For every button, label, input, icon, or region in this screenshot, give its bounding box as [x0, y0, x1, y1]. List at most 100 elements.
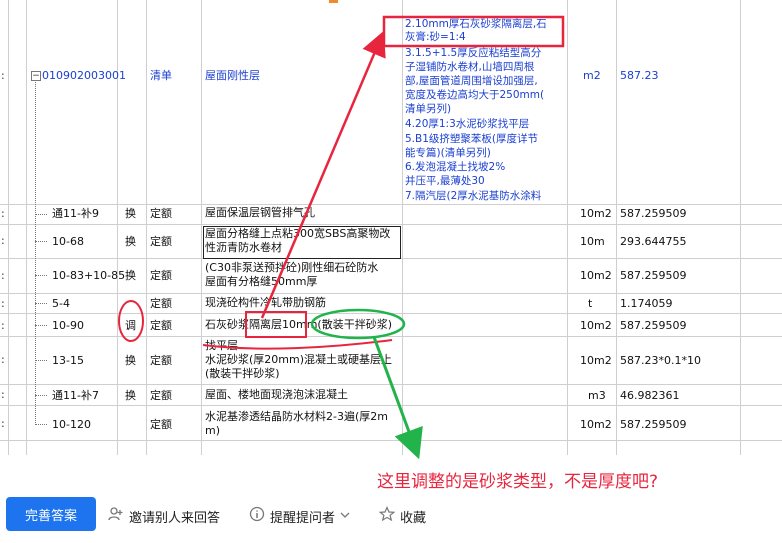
quota-type: 定额 — [150, 418, 172, 431]
quota-name[interactable]: 屋面、楼地面现浇泡沫混凝土 — [205, 388, 348, 402]
quota-unit: 10m2 — [580, 319, 612, 332]
description-line: 7.隔汽层(2厚水泥基防水涂料 — [405, 190, 542, 202]
star-icon — [378, 506, 396, 526]
description-line: 并压平,最薄处30 — [405, 175, 485, 187]
tree-connector — [35, 360, 47, 361]
quota-name[interactable]: (散装干拌砂浆) — [205, 367, 280, 381]
chevron-down-icon — [340, 510, 350, 523]
grid-line — [146, 0, 147, 455]
quota-qty: 587.259509 — [620, 269, 687, 282]
row-marker: : — [1, 388, 5, 401]
quota-flag: 调 — [125, 319, 136, 332]
quota-code[interactable]: 13-15 — [52, 353, 84, 368]
scroll-marker — [329, 0, 338, 3]
description-line: 2.10mm厚石灰砂浆隔离层,石 — [405, 18, 547, 30]
tree-connector — [35, 424, 47, 425]
quota-code[interactable]: 10-83+10-85 — [52, 268, 125, 283]
quota-flag: 换 — [125, 269, 136, 282]
row-marker: : — [1, 417, 5, 430]
quota-qty: 293.644755 — [620, 235, 687, 248]
item-code[interactable]: 010902003001 — [42, 68, 126, 83]
quota-name[interactable]: 水泥砂浆(厚20mm)混凝土或硬基层上 — [205, 353, 392, 367]
quota-code[interactable]: 10-90 — [52, 318, 84, 333]
grid-line — [201, 0, 202, 455]
quota-name[interactable]: (C30非泵送预拌砼)刚性细石砼防水 — [205, 261, 378, 275]
tree-connector — [35, 214, 47, 215]
grid-line — [402, 0, 403, 455]
quota-name[interactable]: 水泥基渗透结晶防水材料2-3遍(厚2m — [205, 410, 388, 424]
quota-name[interactable]: 屋面保温层钢管排气孔 — [205, 206, 315, 220]
quota-name[interactable]: 找平层 — [205, 339, 238, 353]
selected-cell-outline — [203, 226, 401, 259]
description-line: 3.1.5+1.5厚反应粘结型高分 — [405, 47, 542, 59]
grid-line — [0, 384, 782, 385]
quota-name[interactable]: 石灰砂浆隔离层10mm(散装干拌砂浆) — [205, 318, 392, 332]
quota-qty: 587.259509 — [620, 319, 687, 332]
quota-code[interactable]: 通11-补9 — [52, 206, 99, 221]
quota-type: 定额 — [150, 207, 172, 220]
collect-button[interactable]: 收藏 — [378, 506, 426, 526]
quota-qty: 587.259509 — [620, 207, 687, 220]
tree-connector — [35, 80, 36, 425]
remind-asker-button[interactable]: 提醒提问者 — [249, 506, 350, 526]
quota-unit: 10m2 — [580, 418, 612, 431]
quota-code[interactable]: 5-4 — [52, 296, 70, 311]
description-line: 能专篇)(清单另列) — [405, 147, 491, 159]
quota-type: 定额 — [150, 269, 172, 282]
row-marker: : — [1, 234, 5, 247]
quota-code[interactable]: 通11-补7 — [52, 388, 99, 403]
invite-button[interactable]: 邀请别人来回答 — [108, 506, 220, 526]
quota-qty: 46.982361 — [620, 389, 680, 402]
description-line: 子湿铺防水卷材,山墙四周根 — [405, 61, 535, 73]
row-marker: : — [1, 69, 5, 82]
item-name[interactable]: 屋面刚性层 — [205, 68, 260, 83]
quota-qty: 587.23*0.1*10 — [620, 354, 701, 367]
person-add-icon — [108, 506, 124, 526]
quota-type: 定额 — [150, 389, 172, 402]
row-marker: : — [1, 269, 5, 282]
quota-qty: 587.259509 — [620, 418, 687, 431]
quota-type: 定额 — [150, 235, 172, 248]
quota-unit: 10m — [580, 235, 605, 248]
tree-connector — [35, 241, 47, 242]
quota-name[interactable]: 现浇砼构件冷轧带肋钢筋 — [205, 296, 326, 310]
tree-connector — [35, 303, 47, 304]
grid-line — [0, 204, 782, 205]
quota-name[interactable]: m) — [205, 424, 220, 438]
tree-connector — [35, 275, 47, 276]
tree-connector — [35, 325, 47, 326]
quota-flag: 换 — [125, 207, 136, 220]
description-line: 5.B1级挤塑聚苯板(厚度详节 — [405, 133, 538, 145]
invite-label: 邀请别人来回答 — [129, 510, 221, 526]
collapse-toggle-icon[interactable]: − — [31, 71, 41, 81]
row-marker: : — [1, 207, 5, 220]
grid-line — [26, 0, 27, 455]
quota-unit: 10m2 — [580, 269, 612, 282]
quota-flag: 换 — [125, 235, 136, 248]
grid-line — [0, 313, 782, 314]
quota-flag: 换 — [125, 389, 136, 402]
description-line: 6.发泡混凝土找坡2% — [405, 161, 506, 173]
quota-code[interactable]: 10-120 — [52, 417, 91, 432]
quota-unit: t — [588, 297, 593, 310]
quota-unit: 10m2 — [580, 354, 612, 367]
grid-line — [8, 0, 9, 455]
quota-code[interactable]: 10-68 — [52, 234, 84, 249]
grid-line — [0, 293, 782, 294]
grid-line — [616, 0, 617, 455]
row-marker: : — [1, 319, 5, 332]
quota-unit: 10m2 — [580, 207, 612, 220]
item-unit: m2 — [583, 69, 601, 82]
improve-answer-button[interactable]: 完善答案 — [6, 497, 96, 531]
description-line: 部,屋面管道周围增设加强层, — [405, 75, 538, 87]
quota-name[interactable]: 屋面有分格缝50mm厚 — [205, 275, 317, 289]
description-line: 宽度及卷边高均大于250mm( — [405, 89, 545, 101]
grid-line — [0, 405, 782, 406]
description-line: 4.20厚1:3水泥砂浆找平层 — [405, 118, 530, 130]
grid-line — [0, 224, 782, 225]
quota-type: 定额 — [150, 297, 172, 310]
quota-qty: 1.174059 — [620, 297, 673, 310]
grid-line — [740, 0, 741, 455]
item-qty: 587.23 — [620, 69, 659, 82]
grid-line — [0, 336, 782, 337]
